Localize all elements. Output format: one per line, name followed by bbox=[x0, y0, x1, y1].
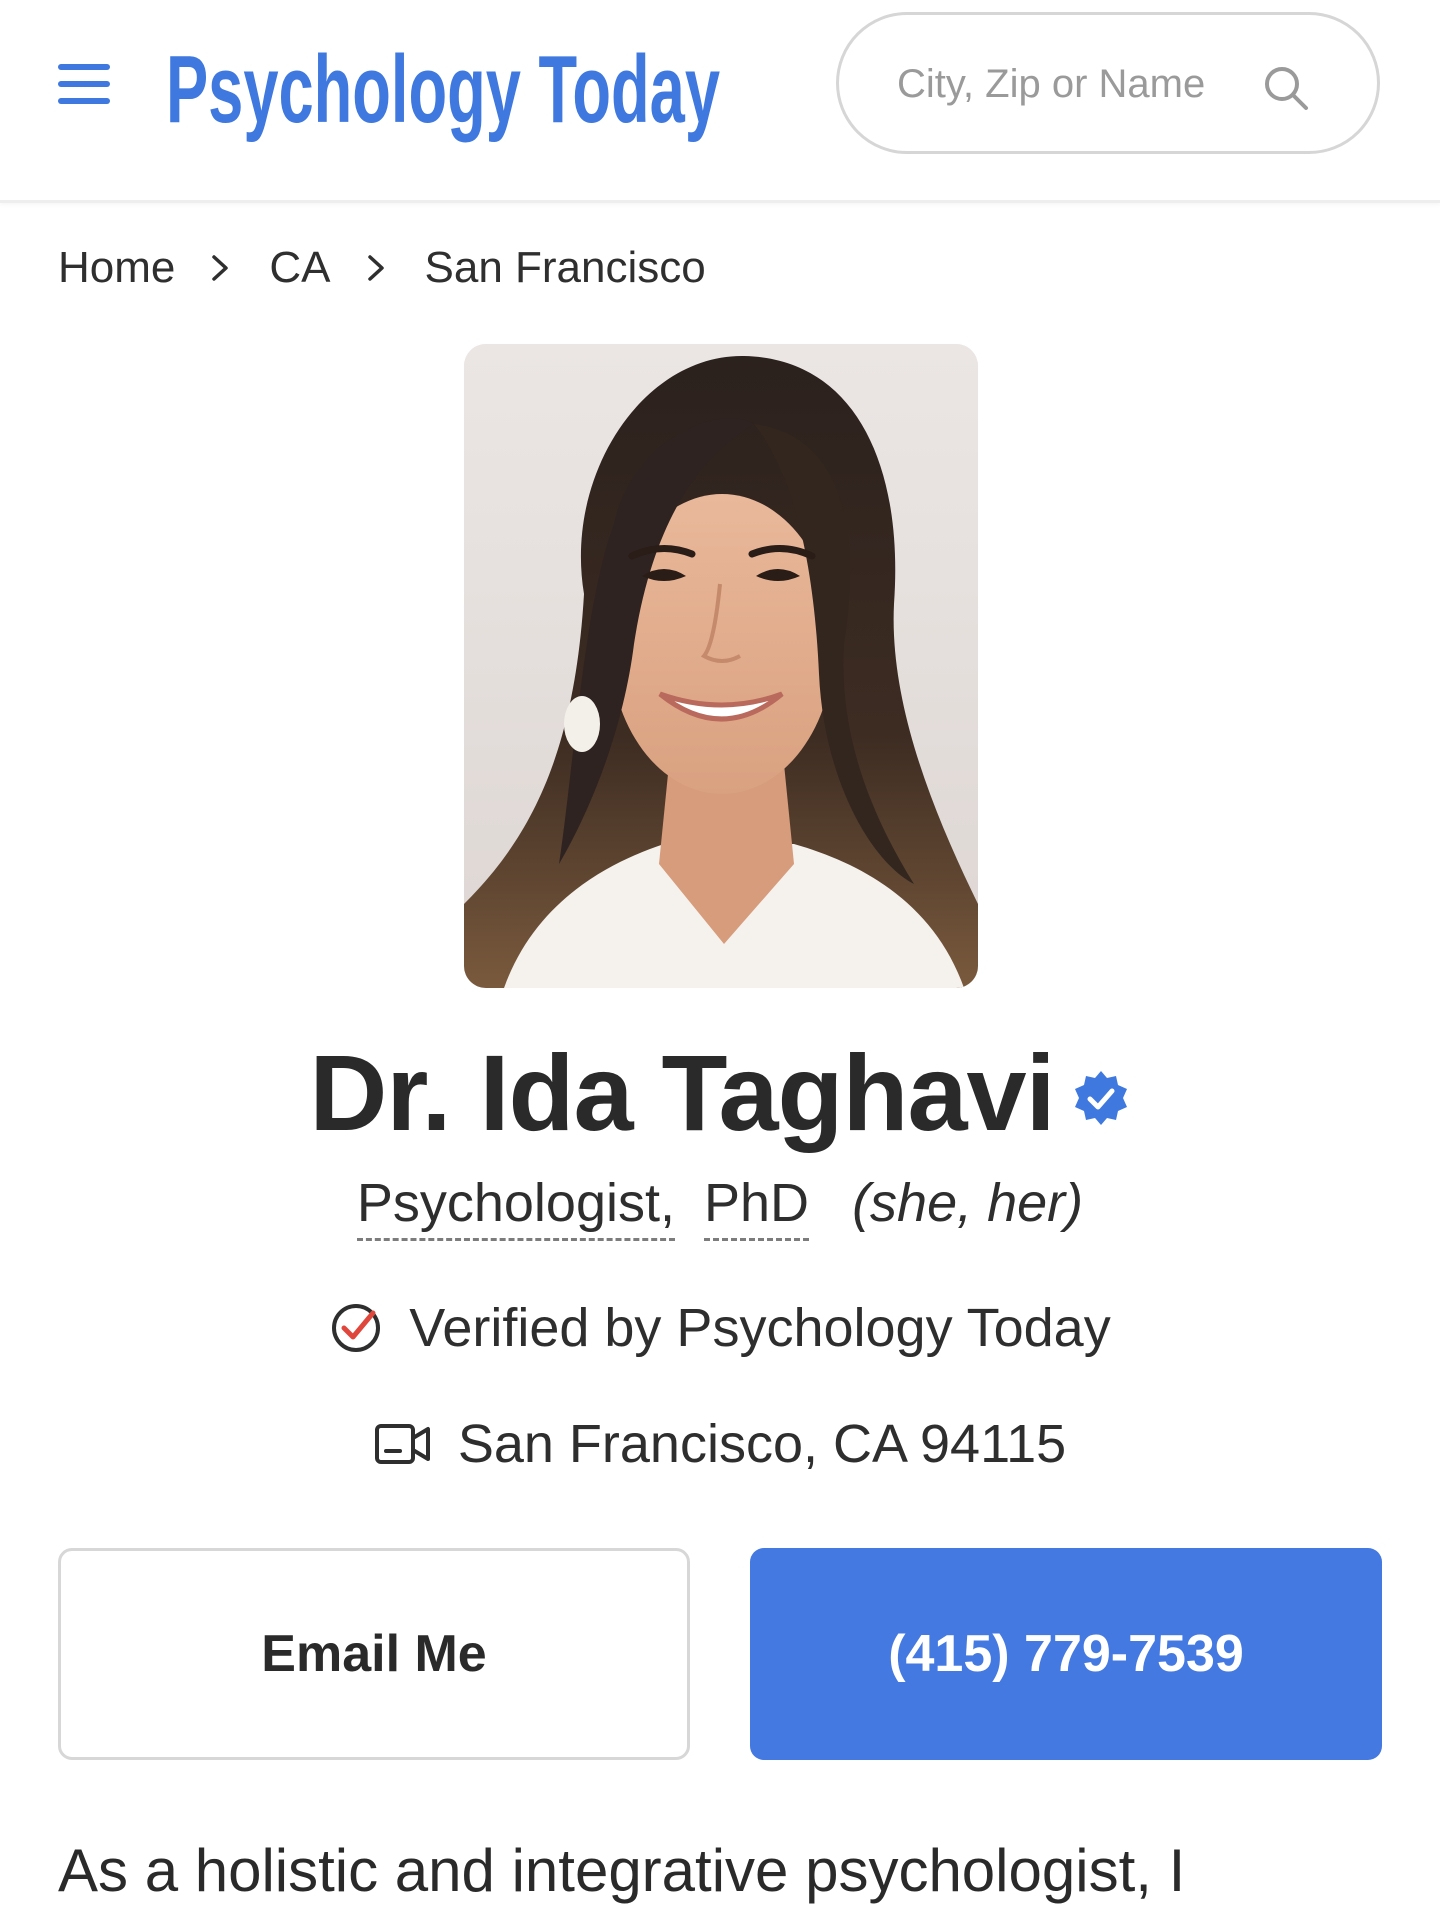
location-text: San Francisco, CA 94115 bbox=[457, 1414, 1067, 1474]
phone-call-button[interactable]: (415) 779-7539 bbox=[750, 1548, 1382, 1760]
breadcrumb-home[interactable]: Home bbox=[58, 243, 175, 293]
verified-line: Verified by Psychology Today bbox=[0, 1288, 1440, 1368]
breadcrumb-state[interactable]: CA bbox=[269, 243, 330, 293]
chevron-right-icon bbox=[212, 255, 229, 281]
location-line: San Francisco, CA 94115 bbox=[0, 1404, 1440, 1484]
pronouns: (she, her) bbox=[852, 1173, 1084, 1233]
portrait-illustration bbox=[464, 344, 978, 988]
chevron-right-icon bbox=[367, 255, 384, 281]
email-me-button[interactable]: Email Me bbox=[58, 1548, 690, 1760]
provider-name: Dr. Ida Taghavi bbox=[309, 1032, 1055, 1153]
credential-degree-link[interactable]: PhD bbox=[704, 1172, 810, 1241]
profile-photo bbox=[464, 344, 978, 988]
search-input[interactable] bbox=[895, 51, 1279, 117]
bio-text: As a holistic and integrative psychologi… bbox=[58, 1837, 1186, 1904]
site-logo[interactable]: Psychology Today bbox=[164, 22, 724, 144]
credentials-line: Psychologist, PhD (she, her) bbox=[0, 1172, 1440, 1252]
verified-badge-icon bbox=[1074, 1070, 1127, 1125]
video-session-icon bbox=[374, 1424, 430, 1464]
credential-title-link[interactable]: Psychologist, bbox=[356, 1172, 675, 1241]
profile-page: Psychology Today Home CA San Francisco bbox=[0, 0, 1440, 1920]
profile-name-row: Dr. Ida Taghavi bbox=[0, 1030, 1440, 1153]
breadcrumb: Home CA San Francisco bbox=[58, 238, 706, 298]
hamburger-menu-icon[interactable] bbox=[58, 62, 110, 106]
search-box bbox=[836, 12, 1380, 154]
logo-text: Psychology Today bbox=[166, 36, 720, 143]
verified-check-icon bbox=[332, 1304, 381, 1352]
site-header: Psychology Today bbox=[0, 0, 1440, 203]
breadcrumb-city[interactable]: San Francisco bbox=[425, 243, 706, 293]
verified-text: Verified by Psychology Today bbox=[409, 1298, 1111, 1358]
search-icon[interactable] bbox=[1261, 63, 1311, 113]
